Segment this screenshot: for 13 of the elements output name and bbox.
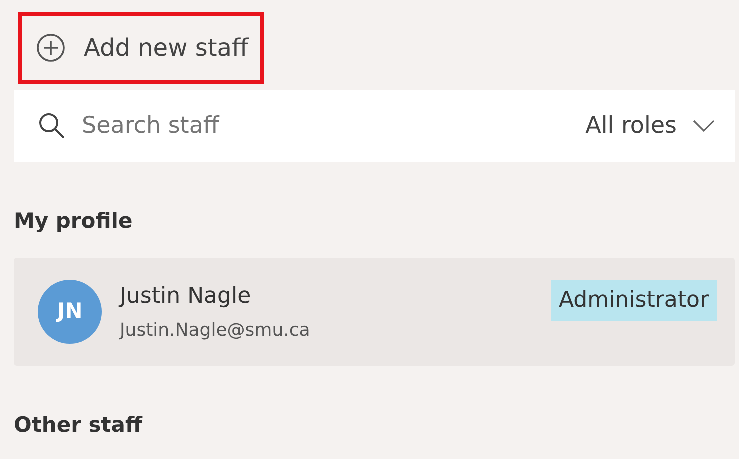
- role-filter-dropdown[interactable]: All roles: [586, 108, 715, 144]
- staff-name: Justin Nagle: [120, 282, 252, 310]
- plus-circle-icon: [36, 33, 66, 63]
- add-staff-button[interactable]: Add new staff: [18, 12, 264, 84]
- role-tag: Administrator: [551, 280, 717, 320]
- section-heading: Other staff: [14, 412, 144, 438]
- staff-email: Justin.Nagle@smu.ca: [120, 318, 312, 342]
- search-field[interactable]: Search staff All roles: [14, 90, 735, 162]
- search-icon: [38, 112, 66, 140]
- section-heading: My profile: [14, 208, 134, 235]
- avatar: JN: [38, 280, 102, 344]
- chevron-down-icon: [693, 120, 715, 132]
- staff-card[interactable]: JN Justin Nagle Justin.Nagle@smu.ca Administrator: [14, 258, 735, 366]
